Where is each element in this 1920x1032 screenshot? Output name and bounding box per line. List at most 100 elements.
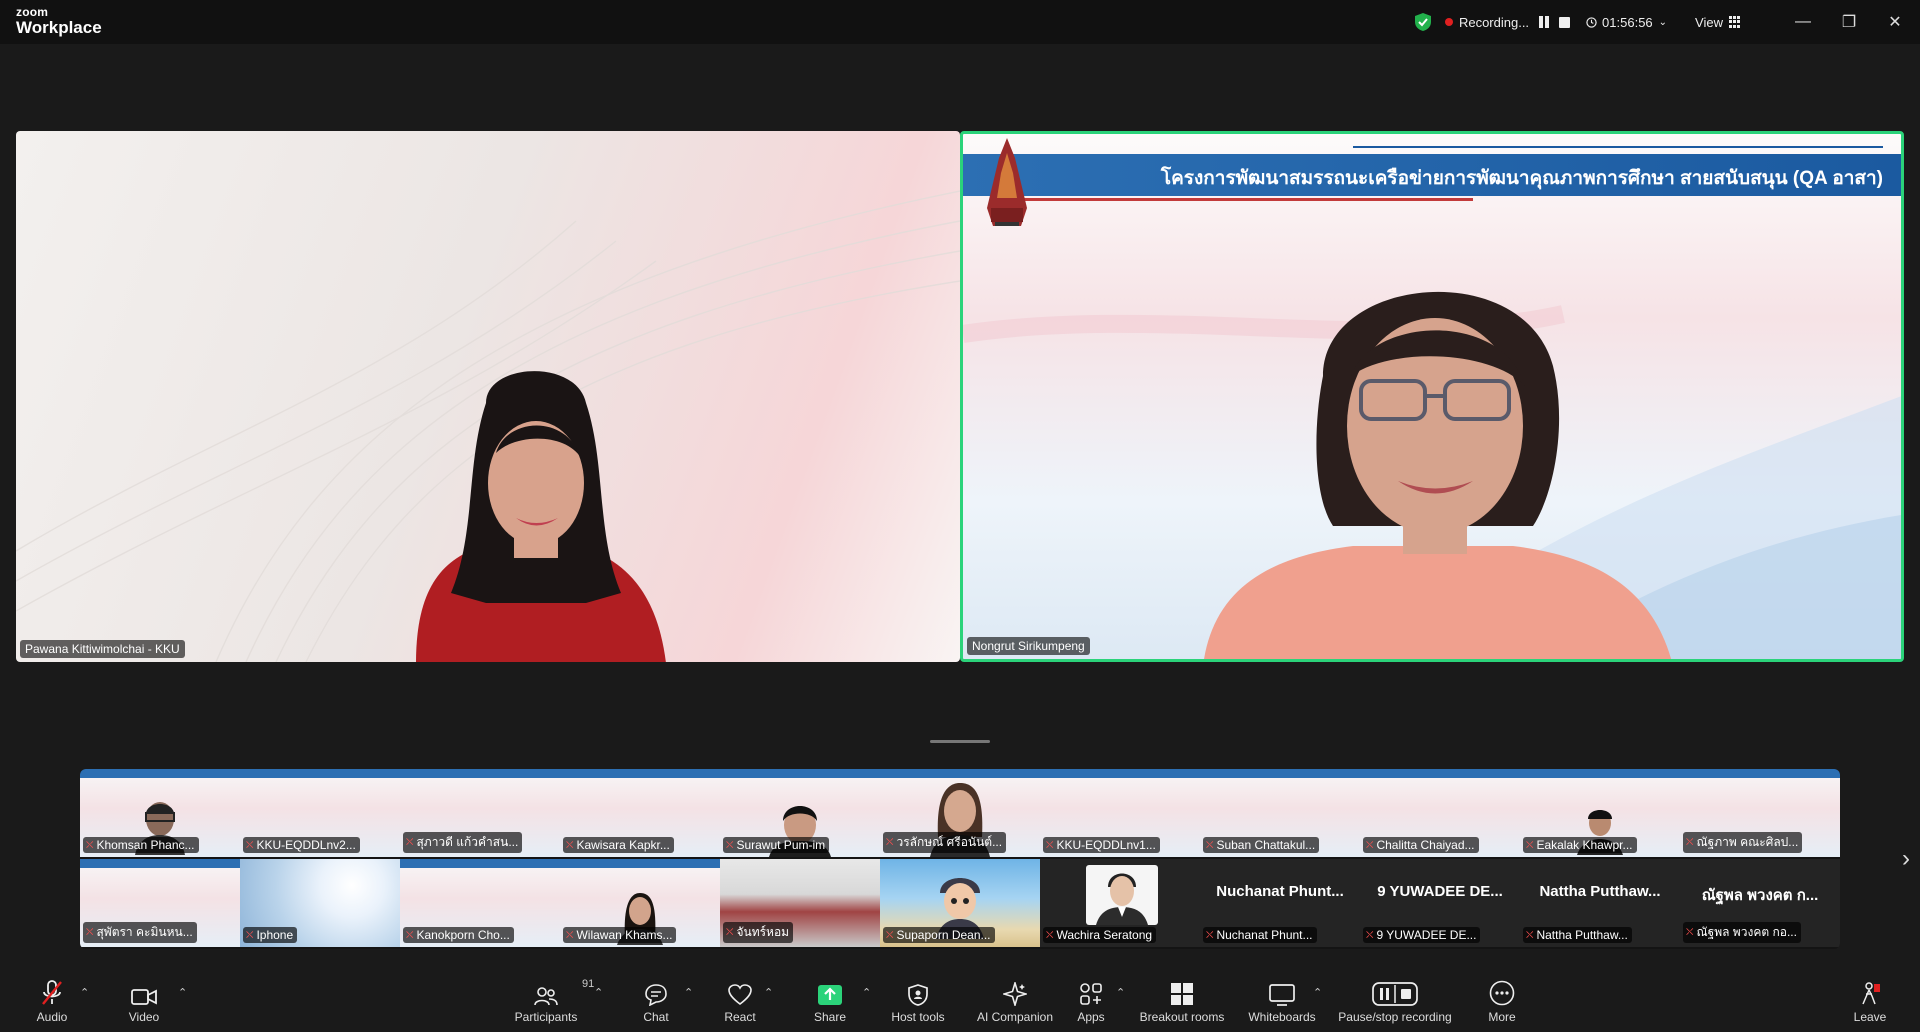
ai-companion-button[interactable]: AI Companion	[965, 980, 1065, 1024]
gallery-tile[interactable]: ⛌ สุภาวดี แก้วคำสน...	[400, 769, 560, 857]
mic-muted-icon: ⛌	[886, 929, 894, 941]
participant-name-tag: Nongrut Sirikumpeng	[967, 637, 1090, 655]
gallery-name-tag: ⛌ Kawisara Kapkr...	[563, 837, 674, 853]
gallery-name-tag: ⛌ Eakalak Khawpr...	[1523, 837, 1637, 853]
gallery-name-tag: ⛌ Kanokporn Cho...	[403, 927, 514, 943]
video-tile-pawana[interactable]: Pawana Kittiwimolchai - KKU	[16, 131, 960, 662]
meeting-toolbar: Audio ⌃ Video ⌃ 91 Participants ⌃ Chat ⌃…	[0, 966, 1920, 1032]
share-options-caret[interactable]: ⌃	[862, 986, 871, 999]
brand-workplace: Workplace	[16, 18, 102, 37]
mic-muted-icon: ⛌	[86, 927, 94, 938]
leave-exit-icon	[1862, 982, 1880, 1005]
chat-bubble-icon	[645, 984, 667, 1006]
gallery-tile[interactable]: ⛌ Chalitta Chaiyad...	[1360, 769, 1520, 857]
mic-muted-icon: ⛌	[246, 929, 254, 941]
leave-button[interactable]: Leave	[1832, 980, 1908, 1024]
mic-muted-icon: ⛌	[1686, 837, 1694, 848]
gallery-tile[interactable]: ⛌ KKU-EQDDLnv1...	[1040, 769, 1200, 857]
gallery-tile[interactable]: ⛌ สุพัตรา คะมินหน...	[80, 859, 240, 947]
gallery-name-tag: ⛌ ณัฐภาพ คณะศิลป...	[1683, 832, 1803, 853]
resize-drag-handle[interactable]	[930, 740, 990, 743]
chat-options-caret[interactable]: ⌃	[684, 986, 693, 999]
mic-muted-icon: ⛌	[566, 929, 574, 941]
mic-muted-icon: ⛌	[406, 929, 414, 941]
whiteboard-icon	[1269, 984, 1295, 1006]
mic-muted-icon: ⛌	[1366, 839, 1374, 851]
participant-name-tag: Pawana Kittiwimolchai - KKU	[20, 640, 185, 658]
gallery-tile[interactable]: 9 YUWADEE DE... ⛌ 9 YUWADEE DE...	[1360, 859, 1520, 947]
pause-stop-recording-button[interactable]: Pause/stop recording	[1333, 980, 1457, 1024]
pause-recording-icon[interactable]	[1539, 16, 1550, 28]
gallery-name-tag: ⛌ Surawut Pum-im	[723, 837, 830, 853]
avatar-icon	[1096, 873, 1148, 925]
restore-button[interactable]: ❐	[1826, 0, 1872, 44]
gallery-name-tag: ⛌ KKU-EQDDLnv2...	[243, 837, 360, 853]
gallery-tile[interactable]: Nattha Putthaw... ⛌ Nattha Putthaw...	[1520, 859, 1680, 947]
gallery-name-tag: ⛌ Chalitta Chaiyad...	[1363, 837, 1479, 853]
participant-display-name: Nattha Putthaw...	[1539, 883, 1661, 900]
breakout-rooms-button[interactable]: Breakout rooms	[1132, 980, 1232, 1024]
chevron-down-icon: ⌄	[1658, 16, 1668, 28]
brand-zoom: zoom	[16, 5, 49, 19]
gallery-tile[interactable]: ⛌ Eakalak Khawpr...	[1520, 769, 1680, 857]
breakout-rooms-icon	[1171, 983, 1193, 1005]
audio-options-caret[interactable]: ⌃	[80, 986, 89, 999]
mic-muted-icon: ⛌	[1206, 929, 1214, 941]
whiteboards-options-caret[interactable]: ⌃	[1313, 986, 1322, 999]
gallery-tile[interactable]: ⛌ Iphone	[240, 859, 400, 947]
gallery-tile[interactable]: ⛌ Wachira Seratong	[1040, 859, 1200, 947]
minimize-button[interactable]: —	[1780, 0, 1826, 44]
mic-muted-icon: ⛌	[246, 839, 254, 851]
participant-video-pawana	[416, 371, 666, 662]
meeting-timer[interactable]: 01:56:56 ⌄	[1586, 15, 1667, 30]
gallery-tile[interactable]: ⛌ Khomsan Phanc...	[80, 769, 240, 857]
gallery-tile[interactable]: ณัฐพล พวงคต ก... ⛌ ณัฐพล พวงคต กอ...	[1680, 859, 1840, 947]
gallery-name-tag: ⛌ KKU-EQDDLnv1...	[1043, 837, 1160, 853]
gallery-tile[interactable]: ⛌ Wilawan Khams...	[560, 859, 720, 947]
gallery-next-page-icon[interactable]: ›	[1902, 845, 1910, 873]
mic-muted-icon: ⛌	[1046, 929, 1054, 941]
video-tile-nongrut[interactable]: โครงการพัฒนาสมรรถนะเครือข่ายการพัฒนาคุณภ…	[960, 131, 1904, 662]
mic-muted-icon: ⛌	[1526, 929, 1534, 941]
mic-muted-icon	[42, 980, 62, 1005]
apps-options-caret[interactable]: ⌃	[1116, 986, 1125, 999]
video-button[interactable]: Video	[104, 980, 184, 1024]
host-tools-button[interactable]: Host tools	[878, 980, 958, 1024]
app-logo: zoom Workplace	[16, 6, 102, 36]
gallery-strip: ⛌ Khomsan Phanc... ⛌ KKU-EQDDLnv2... ⛌ สุภา…	[80, 769, 1840, 949]
gallery-tile[interactable]: ⛌ Suban Chattakul...	[1200, 769, 1360, 857]
video-camera-icon	[131, 989, 157, 1005]
gallery-name-tag: ⛌ Wachira Seratong	[1043, 927, 1157, 943]
mic-muted-icon: ⛌	[1366, 929, 1374, 941]
mic-muted-icon: ⛌	[1206, 839, 1214, 851]
gallery-tile[interactable]: ⛌ Kanokporn Cho...	[400, 859, 560, 947]
profile-picture	[1086, 865, 1158, 925]
gallery-tile[interactable]: ⛌ KKU-EQDDLnv2...	[240, 769, 400, 857]
participants-button[interactable]: 91 Participants	[506, 978, 595, 1024]
close-window-button[interactable]: ✕	[1872, 0, 1918, 44]
participant-display-name: ณัฐพล พวงคต ก...	[1701, 887, 1819, 904]
share-button[interactable]: Share	[790, 980, 870, 1024]
gallery-tile[interactable]: ⛌ Surawut Pum-im	[720, 769, 880, 857]
gallery-tile[interactable]: ⛌ วรลักษณ์ ศรีอนันต์...	[880, 769, 1040, 857]
gallery-tile[interactable]: ⛌ Supaporn Dean...	[880, 859, 1040, 947]
timer-value: 01:56:56	[1602, 14, 1653, 30]
gallery-tile[interactable]: ⛌ Kawisara Kapkr...	[560, 769, 720, 857]
gallery-tile[interactable]: Nuchanat Phunt... ⛌ Nuchanat Phunt...	[1200, 859, 1360, 947]
pause-stop-recording-icon	[1372, 982, 1418, 1006]
stop-recording-icon[interactable]	[1559, 16, 1571, 28]
video-options-caret[interactable]: ⌃	[178, 986, 187, 999]
more-button[interactable]: More	[1462, 980, 1542, 1024]
participants-options-caret[interactable]: ⌃	[594, 986, 603, 999]
react-options-caret[interactable]: ⌃	[764, 986, 773, 999]
gallery-name-tag: ⛌ จันทร์หอม	[723, 922, 794, 943]
gallery-tile[interactable]: ⛌ จันทร์หอม	[720, 859, 880, 947]
recording-status: Recording...	[1458, 14, 1530, 30]
gallery-tile[interactable]: ⛌ ณัฐภาพ คณะศิลป...	[1680, 769, 1840, 857]
grid-view-icon	[1729, 16, 1742, 28]
participant-video-nongrut	[1204, 291, 1671, 659]
view-button[interactable]: View	[1695, 15, 1742, 30]
mic-muted-icon: ⛌	[566, 839, 574, 851]
gallery-name-tag: ⛌ สุภาวดี แก้วคำสน...	[403, 832, 523, 853]
security-shield-icon[interactable]	[1414, 13, 1431, 31]
